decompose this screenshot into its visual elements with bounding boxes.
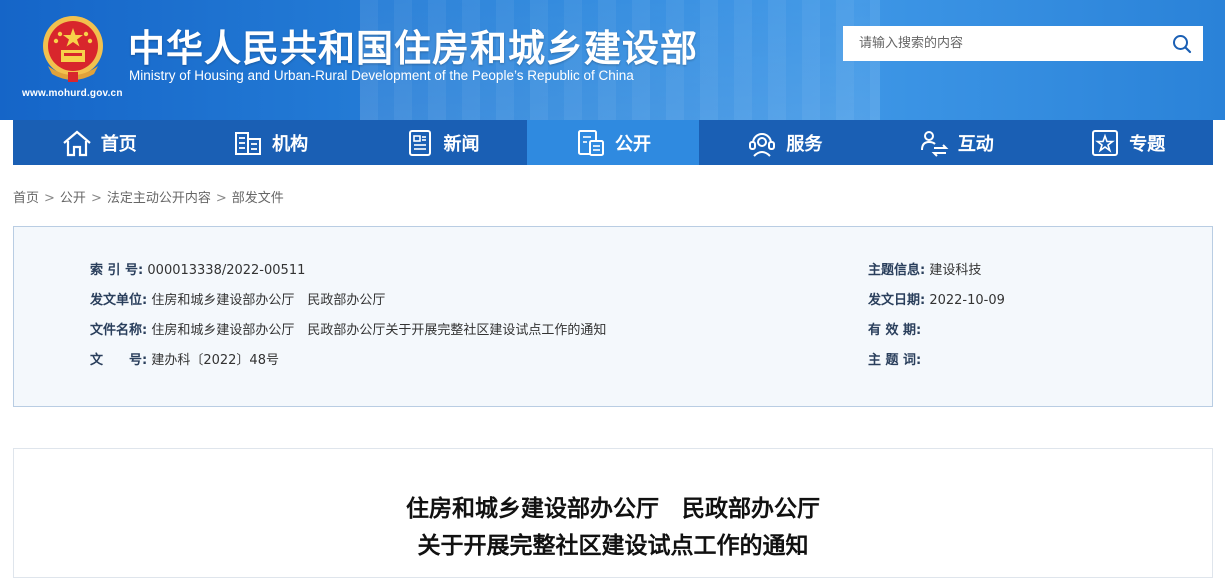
nav-item-interaction[interactable]: 互动 xyxy=(870,120,1041,165)
interaction-icon xyxy=(920,130,949,157)
nav-item-label: 机构 xyxy=(272,133,309,155)
meta-label: 文件名称: xyxy=(90,323,148,338)
breadcrumb-separator: > xyxy=(215,191,227,206)
meta-label: 有 效 期: xyxy=(868,323,922,338)
nav-item-home[interactable]: 首页 xyxy=(13,120,184,165)
meta-label: 发文日期: xyxy=(868,293,926,308)
meta-document-number: 文 号: 建办科〔2022〕48号 xyxy=(90,349,279,368)
nav-item-label: 公开 xyxy=(614,133,651,155)
meta-label: 主题信息: xyxy=(868,263,926,278)
meta-issuer: 发文单位: 住房和城乡建设部办公厅 民政部办公厅 xyxy=(90,289,385,308)
nav-item-label: 新闻 xyxy=(443,133,480,155)
meta-label: 发文单位: xyxy=(90,293,148,308)
meta-index-number: 索 引 号: 000013338/2022-00511 xyxy=(90,259,305,278)
search-box xyxy=(843,26,1203,61)
meta-value: 建设科技 xyxy=(929,263,982,278)
breadcrumb-separator: > xyxy=(90,191,102,206)
breadcrumb-home[interactable]: 首页 xyxy=(13,191,39,206)
nav-item-label: 互动 xyxy=(957,133,994,155)
meta-issue-date: 发文日期: 2022-10-09 xyxy=(868,289,1005,308)
nav-item-label: 服务 xyxy=(786,133,823,155)
nav-item-organization[interactable]: 机构 xyxy=(184,120,355,165)
article-body: 住房和城乡建设部办公厅 民政部办公厅 关于开展完整社区建设试点工作的通知 xyxy=(13,448,1213,578)
meta-keywords: 主 题 词: xyxy=(868,349,921,368)
site-title-english: Ministry of Housing and Urban-Rural Deve… xyxy=(129,68,634,83)
meta-validity: 有 效 期: xyxy=(868,319,921,338)
nav-item-service[interactable]: 服务 xyxy=(699,120,870,165)
disclosure-icon xyxy=(577,129,604,156)
nav-item-label: 首页 xyxy=(100,133,137,155)
breadcrumb-disclosure[interactable]: 公开 xyxy=(60,191,86,206)
nav-item-disclosure[interactable]: 公开 xyxy=(527,120,699,165)
meta-file-name: 文件名称: 住房和城乡建设部办公厅 民政部办公厅关于开展完整社区建设试点工作的通… xyxy=(90,319,606,338)
search-button[interactable] xyxy=(1161,26,1203,61)
main-navigation: 首页 机构 新闻 公开 服务 互动 专题 xyxy=(13,120,1213,165)
nav-item-label: 专题 xyxy=(1129,133,1166,155)
national-emblem-icon[interactable] xyxy=(40,14,106,84)
topic-icon xyxy=(1092,129,1119,156)
breadcrumb-ministry-documents[interactable]: 部发文件 xyxy=(232,191,284,206)
search-input[interactable] xyxy=(843,26,1161,61)
breadcrumb: 首页 > 公开 > 法定主动公开内容 > 部发文件 xyxy=(13,187,284,206)
home-icon xyxy=(62,130,91,156)
meta-label: 索 引 号: xyxy=(90,263,144,278)
meta-label: 主 题 词: xyxy=(868,353,922,368)
breadcrumb-statutory-content[interactable]: 法定主动公开内容 xyxy=(107,191,211,206)
nav-item-news[interactable]: 新闻 xyxy=(356,120,527,165)
meta-topic-info: 主题信息: 建设科技 xyxy=(868,259,981,278)
news-icon xyxy=(408,129,431,156)
meta-label: 文 号: xyxy=(90,353,148,368)
meta-value: 2022-10-09 xyxy=(929,293,1005,308)
search-icon xyxy=(1173,34,1192,53)
meta-value: 住房和城乡建设部办公厅 民政部办公厅 xyxy=(151,293,386,308)
organization-icon xyxy=(235,131,262,155)
site-title-chinese[interactable]: 中华人民共和国住房和城乡建设部 xyxy=(128,18,698,72)
meta-value: 000013338/2022-00511 xyxy=(147,263,306,278)
site-header: www.mohurd.gov.cn 中华人民共和国住房和城乡建设部 Minist… xyxy=(0,0,1225,120)
nav-item-topic[interactable]: 专题 xyxy=(1042,120,1213,165)
meta-value: 建办科〔2022〕48号 xyxy=(151,353,279,368)
meta-value: 住房和城乡建设部办公厅 民政部办公厅关于开展完整社区建设试点工作的通知 xyxy=(151,323,607,338)
document-metadata-panel: 索 引 号: 000013338/2022-00511 主题信息: 建设科技 发… xyxy=(13,226,1213,407)
site-url: www.mohurd.gov.cn xyxy=(22,88,123,99)
service-icon xyxy=(749,132,776,157)
breadcrumb-separator: > xyxy=(44,191,55,206)
article-title-line-1: 住房和城乡建设部办公厅 民政部办公厅 xyxy=(406,496,820,522)
article-title-line-2: 关于开展完整社区建设试点工作的通知 xyxy=(417,533,809,559)
